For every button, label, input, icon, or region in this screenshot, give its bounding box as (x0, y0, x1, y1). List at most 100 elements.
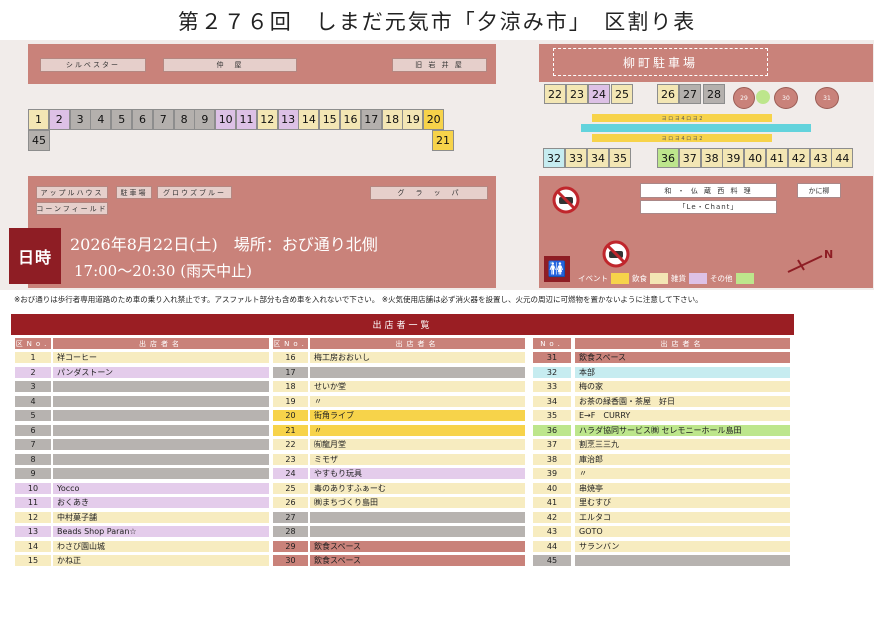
stall: 15 (319, 109, 341, 130)
list-row-vendor: E→F CURRY (575, 410, 790, 421)
building-label: かに柳 (797, 183, 841, 198)
list-row-number: 24 (273, 468, 308, 479)
list-row-number: 35 (533, 410, 571, 421)
list-row-number: 1 (15, 352, 51, 363)
list-row-number: 2 (15, 366, 51, 378)
list-row-number: 34 (533, 395, 571, 407)
building-label: コーンフィールド (36, 202, 108, 215)
list-row-vendor: かね正 (53, 555, 269, 566)
building-label: 和 ・ 仏 蔵 西 料 理 (640, 183, 777, 198)
list-row-number: 5 (15, 410, 51, 421)
event-bar: ヨ ロ ヨ 4 ロ ヨ 2 (592, 134, 772, 142)
list-row-vendor (310, 511, 525, 523)
list-row-vendor: 〃 (575, 468, 790, 479)
list-row-vendor: 梅の家 (575, 381, 790, 392)
list-row-vendor: わさび園山城 (53, 540, 269, 552)
stall: 6 (132, 109, 153, 130)
legend-swatch (611, 272, 629, 284)
stall: 10 (215, 109, 237, 130)
list-row-number: 22 (273, 439, 308, 450)
page-title: 第２７６回 しまだ元気市「夕涼み市」 区割り表 (177, 10, 697, 34)
stall: 41 (766, 148, 788, 168)
stall: 38 (700, 148, 723, 168)
list-row-vendor: お茶の緑香園・茶屋 好日 (575, 395, 790, 407)
stall: 27 (679, 84, 701, 104)
stall: 18 (381, 109, 403, 130)
list-row-vendor: 割烹三三九 (575, 439, 790, 450)
stall: 17 (360, 109, 382, 130)
list-row-number: 43 (533, 526, 571, 537)
list-row-number: 23 (273, 453, 308, 465)
list-row-vendor (53, 410, 269, 421)
list-row-number: 10 (15, 482, 51, 494)
list-row-vendor: おくあき (53, 497, 269, 508)
list-row-vendor: エルタコ (575, 511, 790, 523)
list-row-number: 25 (273, 482, 308, 494)
list-row-vendor: 梅工房おおいし (310, 352, 525, 363)
list-row-number: 18 (273, 381, 308, 392)
list-row-vendor: ハラダ協同サービス㈱ セレモニーホール島田 (575, 424, 790, 436)
stall: 9 (194, 109, 216, 130)
stall: 8 (173, 109, 195, 130)
list-row-number: 28 (273, 526, 308, 537)
list-row-number: 21 (273, 424, 308, 436)
list-row-vendor: ミモザ (310, 453, 525, 465)
stall: 12 (256, 109, 278, 130)
list-row-vendor: サランバン (575, 540, 790, 552)
legend-label: 雑貨 (671, 273, 686, 283)
list-row-number: 8 (15, 453, 51, 465)
stall: 23 (566, 84, 588, 104)
list-row-vendor: 串焼亭 (575, 482, 790, 494)
list-row-number: 40 (533, 482, 571, 494)
list-row-vendor: パンダストーン (53, 366, 269, 378)
list-row-vendor: 飲食スペース (310, 540, 525, 552)
column-header: 出店者名 (575, 338, 790, 349)
list-row-vendor (53, 439, 269, 450)
north-label: N (824, 248, 834, 261)
list-row-number: 36 (533, 424, 571, 436)
stall: 3 (69, 109, 91, 130)
building-label: シルベスター (40, 58, 146, 72)
stall: 7 (152, 109, 174, 130)
list-row-vendor: Beads Shop Paran☆ (53, 526, 269, 537)
stall: 2 (48, 109, 70, 130)
legend-label: イベント (578, 273, 608, 283)
event-date: 2026年8月22日(土) 場所：おび通り北側 (70, 235, 378, 254)
list-row-number: 17 (273, 366, 308, 378)
list-row-vendor (310, 366, 525, 378)
stall: 25 (611, 84, 633, 104)
list-row-vendor: 庫治郎 (575, 453, 790, 465)
list-row-number: 32 (533, 366, 571, 378)
restroom-icon: 🚻 (544, 256, 570, 282)
list-row-vendor: 中村菓子舗 (53, 511, 269, 523)
list-row-vendor: 〃 (310, 424, 525, 436)
list-row-number: 6 (15, 424, 51, 436)
list-row-number: 16 (273, 352, 308, 363)
stall: 26 (657, 84, 679, 104)
list-row-number: 38 (533, 453, 571, 465)
building-label: 仲 屋 (163, 58, 297, 72)
list-row-number: 7 (15, 439, 51, 450)
list-row-vendor: Yocco (53, 482, 269, 494)
list-row-number: 45 (533, 555, 571, 566)
stall: 22 (544, 84, 566, 104)
legend-label: 飲食 (632, 273, 647, 283)
list-row-vendor: せいか堂 (310, 381, 525, 392)
stall: 32 (543, 148, 565, 168)
legend-swatch (735, 272, 754, 284)
date-label: 日時 (9, 228, 61, 284)
no-car-sign-icon (552, 186, 580, 214)
list-row-number: 13 (15, 526, 51, 537)
list-row-number: 12 (15, 511, 51, 523)
list-row-vendor: 街角ライブ (310, 410, 525, 421)
tree-icon (756, 90, 770, 104)
stall: 11 (236, 109, 257, 130)
list-row-number: 33 (533, 381, 571, 392)
stall: 1 (28, 109, 49, 130)
column-header: 区No. (273, 338, 308, 349)
list-row-number: 41 (533, 497, 571, 508)
dining-space-circle: 31 (815, 87, 839, 109)
list-row-vendor: 飲食スペース (575, 352, 790, 363)
list-row-vendor: GOTO (575, 526, 790, 537)
list-row-number: 30 (273, 555, 308, 566)
